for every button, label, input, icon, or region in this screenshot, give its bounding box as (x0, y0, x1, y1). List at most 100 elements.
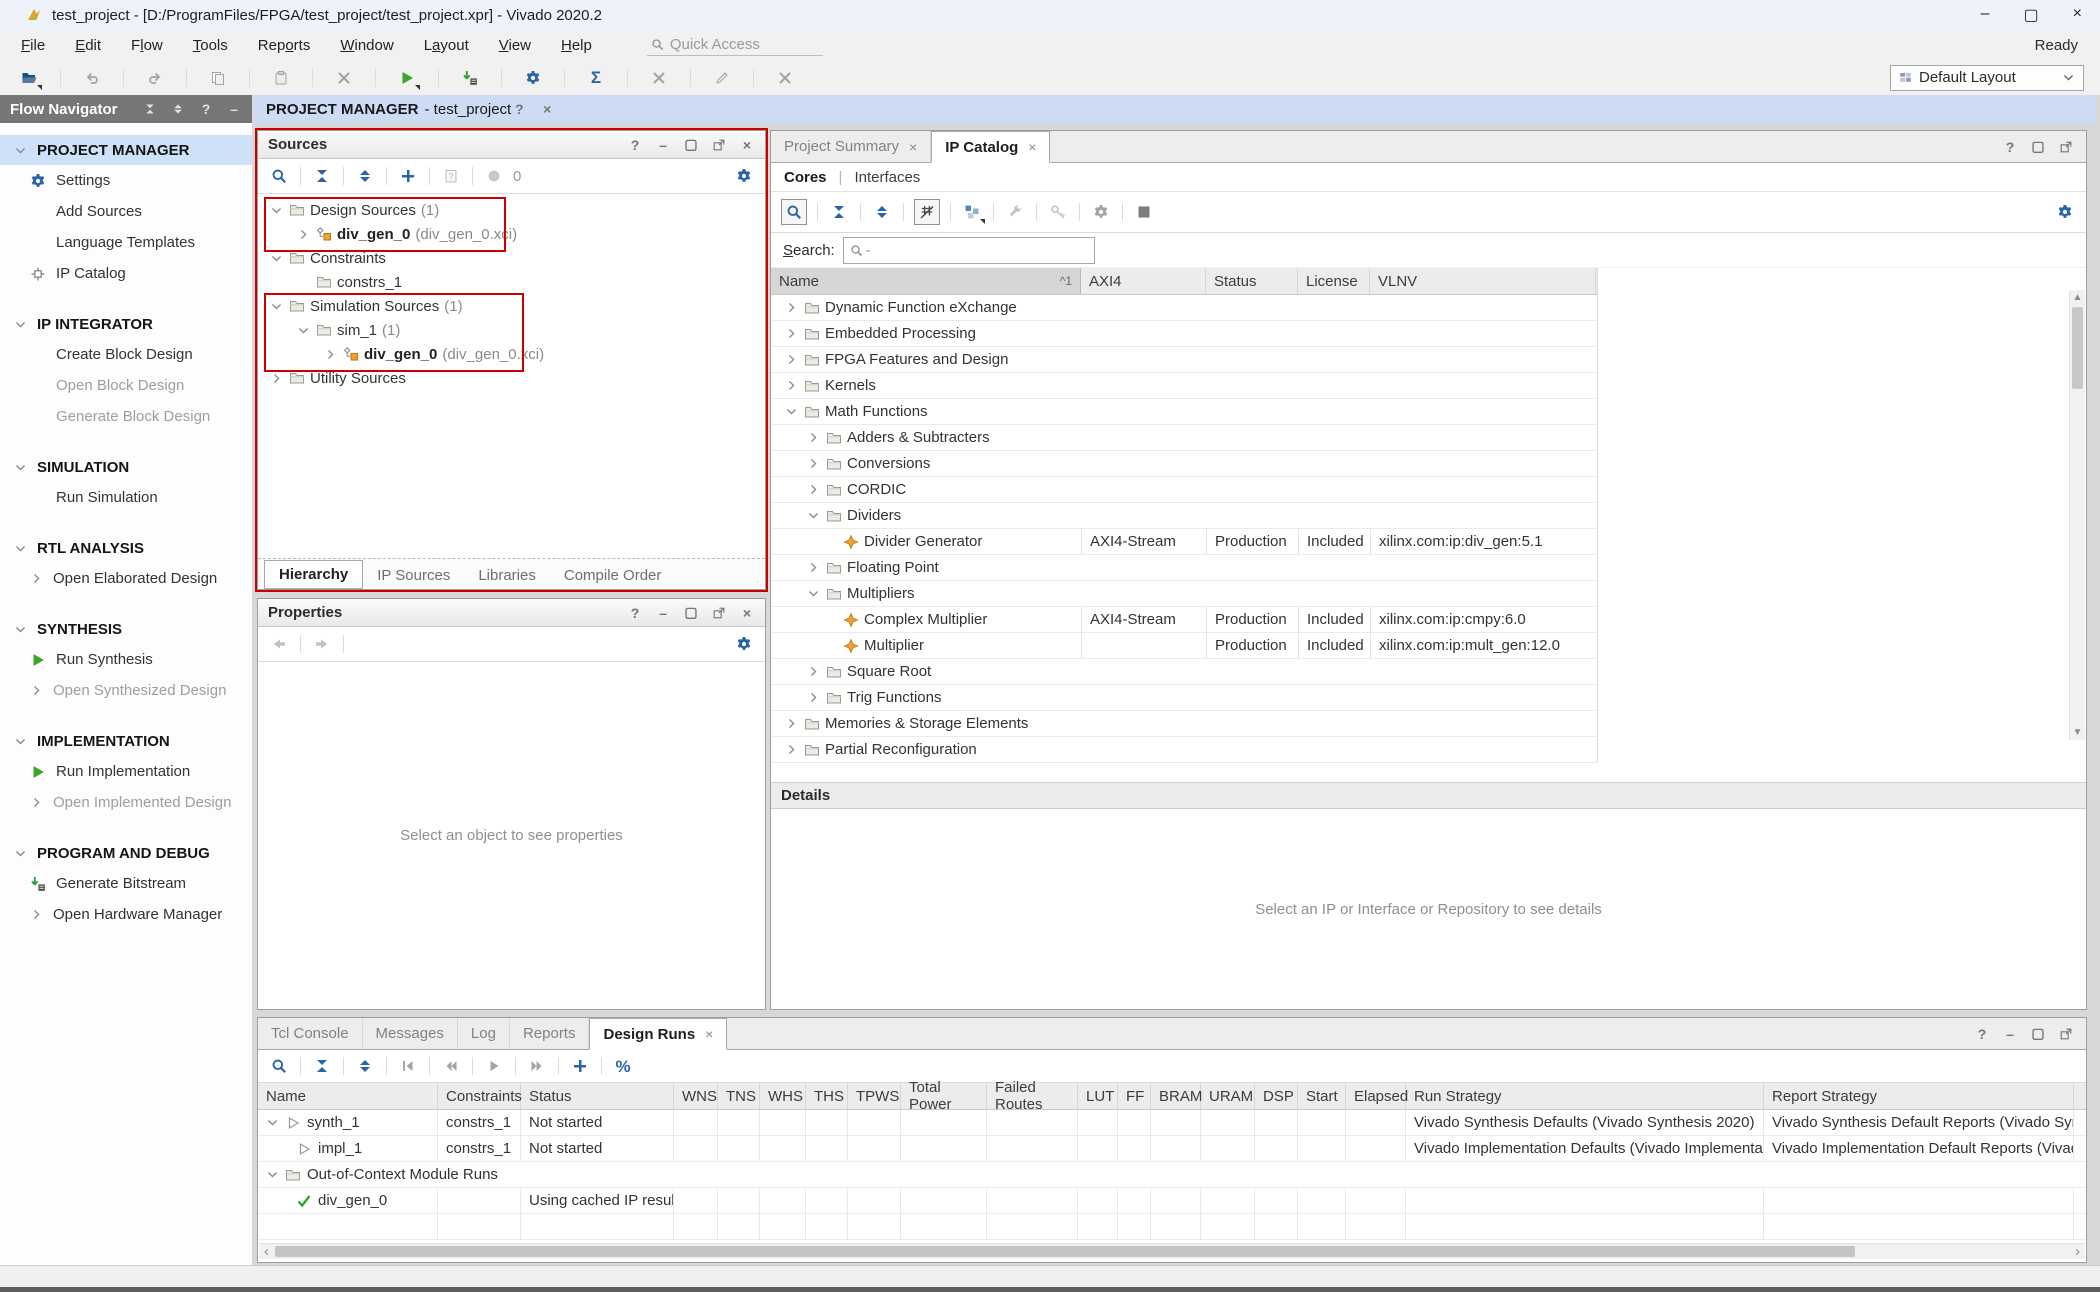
expander[interactable] (295, 228, 311, 241)
tree-item-Constraints[interactable]: Constraints (258, 246, 765, 270)
ip-row-Adders & Subtracters[interactable]: Adders & Subtracters (771, 425, 1597, 451)
tab-project-summary[interactable]: Project Summary× (771, 131, 931, 162)
tab-ip-sources[interactable]: IP Sources (363, 562, 464, 589)
menu-edit[interactable]: Edit (60, 33, 116, 58)
minimize-icon[interactable]: – (655, 137, 671, 153)
create-runs-button[interactable] (569, 1055, 591, 1077)
column-header-status[interactable]: Status (521, 1083, 674, 1109)
column-header-uram[interactable]: URAM (1201, 1083, 1255, 1109)
float-icon[interactable] (2058, 139, 2074, 155)
float-icon[interactable] (711, 137, 727, 153)
expander[interactable] (783, 743, 799, 756)
expand-all-button[interactable] (871, 201, 893, 223)
column-header-run-strategy[interactable]: Run Strategy (1406, 1083, 1764, 1109)
ip-row-Conversions[interactable]: Conversions (771, 451, 1597, 477)
edit-button[interactable] (711, 67, 733, 89)
expand-icon[interactable] (170, 101, 186, 117)
generate-bitstream-button[interactable] (459, 67, 481, 89)
horizontal-scrollbar[interactable]: ‹ › (259, 1243, 2085, 1259)
tab-hierarchy[interactable]: Hierarchy (264, 560, 363, 589)
column-header-lut[interactable]: LUT (1078, 1083, 1118, 1109)
scroll-up-icon[interactable]: ▲ (2070, 290, 2085, 305)
ip-row-Embedded Processing[interactable]: Embedded Processing (771, 321, 1597, 347)
column-header-tns[interactable]: TNS (718, 1083, 760, 1109)
cancel-button[interactable] (774, 67, 796, 89)
menu-view[interactable]: View (484, 33, 546, 58)
settings-button[interactable] (522, 67, 544, 89)
expander[interactable] (783, 405, 799, 418)
search-button[interactable] (781, 199, 807, 225)
expander[interactable] (805, 665, 821, 678)
menu-help[interactable]: Help (546, 33, 607, 58)
maximize-icon[interactable]: ▢ (683, 605, 699, 621)
ip-row-Trig Functions[interactable]: Trig Functions (771, 685, 1597, 711)
search-button[interactable] (268, 165, 290, 187)
flow-item-generate-block-design[interactable]: Generate Block Design (0, 401, 252, 432)
expander[interactable] (783, 301, 799, 314)
column-header-vlnv[interactable]: VLNV (1370, 268, 1596, 294)
ip-row-Multiplier[interactable]: MultiplierProductionIncludedxilinx.com:i… (771, 633, 1597, 659)
menu-tools[interactable]: Tools (178, 33, 243, 58)
minimize-icon[interactable]: – (226, 101, 242, 117)
quick-access-input[interactable]: Quick Access (647, 34, 823, 56)
flow-item-open-synthesized-design[interactable]: Open Synthesized Design (0, 675, 252, 706)
tree-item-div_gen_0[interactable]: div_gen_0(div_gen_0.xci) (258, 342, 765, 366)
undo-button[interactable] (81, 67, 103, 89)
flow-item-language-templates[interactable]: Language Templates (0, 227, 252, 258)
tree-item-sim_1[interactable]: sim_1(1) (258, 318, 765, 342)
help-icon[interactable]: ? (627, 605, 643, 621)
ip-row-Complex Multiplier[interactable]: Complex MultiplierAXI4-StreamProductionI… (771, 607, 1597, 633)
subtab-interfaces[interactable]: Interfaces (854, 169, 920, 186)
column-header-tpws[interactable]: TPWS (848, 1083, 901, 1109)
menu-flow[interactable]: Flow (116, 33, 178, 58)
scroll-down-icon[interactable]: ▼ (2070, 725, 2085, 740)
scroll-left-icon[interactable]: ‹ (259, 1244, 274, 1259)
flow-section-header[interactable]: IP INTEGRATOR (0, 309, 252, 339)
column-header-ths[interactable]: THS (806, 1083, 848, 1109)
flow-item-settings[interactable]: Settings (0, 165, 252, 196)
ip-row-FPGA Features and Design[interactable]: FPGA Features and Design (771, 347, 1597, 373)
flow-item-add-sources[interactable]: Add Sources (0, 196, 252, 227)
expand-all-button[interactable] (354, 165, 376, 187)
flow-item-generate-bitstream[interactable]: Generate Bitstream (0, 868, 252, 899)
ip-row-Math Functions[interactable]: Math Functions (771, 399, 1597, 425)
collapse-all-button[interactable] (311, 165, 333, 187)
expand-all-button[interactable] (354, 1055, 376, 1077)
column-header-name[interactable]: Name (258, 1083, 438, 1109)
ip-row-Dynamic Function eXchange[interactable]: Dynamic Function eXchange (771, 295, 1597, 321)
collapse-all-button[interactable] (828, 201, 850, 223)
close-icon[interactable]: × (2073, 5, 2082, 25)
scrollbar-thumb[interactable] (2072, 307, 2083, 389)
column-header-report-strategy[interactable]: Report Strategy (1764, 1083, 2074, 1109)
resume-button[interactable] (483, 1055, 505, 1077)
flow-item-open-hardware-manager[interactable]: Open Hardware Manager (0, 899, 252, 930)
run-button[interactable] (396, 67, 418, 89)
expander[interactable] (805, 691, 821, 704)
ip-row-Partial Reconfiguration[interactable]: Partial Reconfiguration (771, 737, 1597, 763)
column-header-elapsed[interactable]: Elapsed (1346, 1083, 1406, 1109)
help-icon[interactable]: ? (1974, 1026, 1990, 1042)
tree-item-Simulation Sources[interactable]: Simulation Sources(1) (258, 294, 765, 318)
column-header-wns[interactable]: WNS (674, 1083, 718, 1109)
back-button[interactable] (268, 633, 290, 655)
close-icon[interactable]: × (739, 137, 755, 153)
close-icon[interactable]: × (739, 605, 755, 621)
close-icon[interactable]: × (705, 1026, 713, 1042)
close-icon[interactable]: × (909, 139, 917, 155)
flow-section-header[interactable]: SYNTHESIS (0, 614, 252, 644)
vertical-scrollbar[interactable]: ▲ ▼ (2069, 290, 2085, 740)
refresh-changed-modules-button[interactable] (483, 165, 505, 187)
column-header-whs[interactable]: WHS (760, 1083, 806, 1109)
menu-file[interactable]: File (6, 33, 60, 58)
tab-design-runs[interactable]: Design Runs× (589, 1018, 727, 1050)
column-header-bram[interactable]: BRAM (1151, 1083, 1201, 1109)
run-row-synth_1[interactable]: synth_1constrs_1Not startedVivado Synthe… (258, 1110, 2086, 1136)
flow-item-open-implemented-design[interactable]: Open Implemented Design (0, 787, 252, 818)
scrollbar-thumb[interactable] (275, 1246, 1855, 1257)
expander[interactable] (805, 431, 821, 444)
maximize-icon[interactable]: ▢ (2030, 139, 2046, 155)
float-icon[interactable] (2058, 1026, 2074, 1042)
tab-log[interactable]: Log (458, 1018, 510, 1049)
expander[interactable] (805, 561, 821, 574)
tree-item-div_gen_0[interactable]: div_gen_0(div_gen_0.xci) (258, 222, 765, 246)
